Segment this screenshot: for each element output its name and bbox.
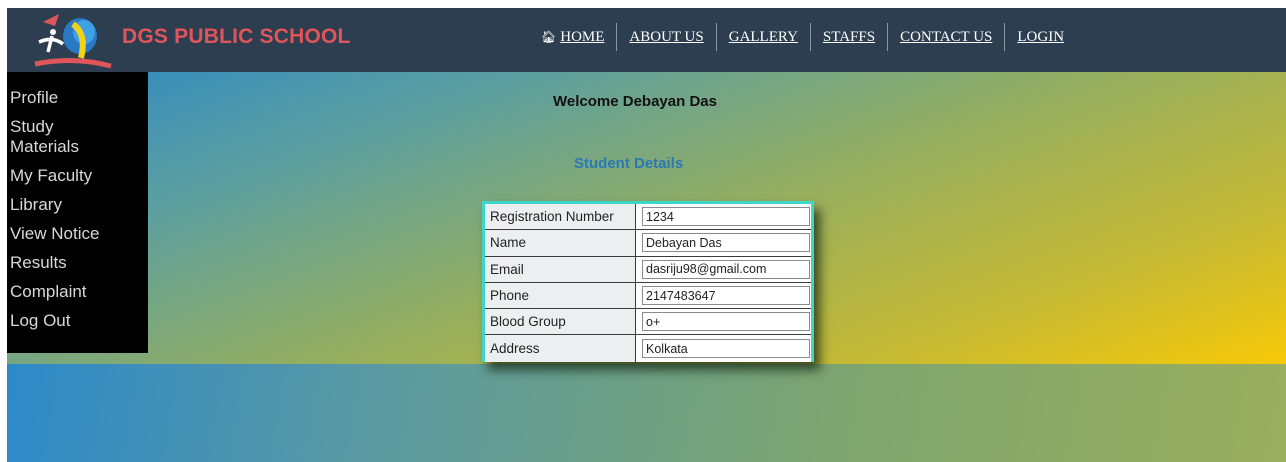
table-row: Email [485,256,811,283]
nav-contact-us[interactable]: CONTACT US [887,23,1004,51]
site-header: DGS PUBLIC SCHOOL 🏠︎ HOME ABOUT US GALLER… [7,8,1286,72]
nav-gallery[interactable]: GALLERY [715,23,810,51]
sidebar-item-my-faculty[interactable]: My Faculty [7,166,148,186]
registration-number-label: Registration Number [485,204,636,230]
nav-staffs[interactable]: STAFFS [809,23,887,51]
sidebar-item-library[interactable]: Library [7,195,148,215]
sidebar-item-complaint[interactable]: Complaint [7,282,148,302]
footer-background [7,364,1286,462]
table-row: Phone [485,282,811,310]
school-logo-icon[interactable] [33,14,113,70]
nav-home-label: HOME [560,29,605,45]
sidebar-item-study-materials[interactable]: Study Materials [7,117,117,157]
table-row: Name [485,230,811,257]
phone-label: Phone [485,282,636,309]
welcome-message: Welcome Debayan Das [553,93,717,110]
section-title: Student Details [574,155,684,172]
table-row: Address [485,335,811,362]
table-row: Blood Group [485,309,811,336]
main-nav: 🏠︎ HOME ABOUT US GALLERY STAFFS CONTACT U… [529,22,1076,52]
email-field[interactable] [642,259,810,279]
name-label: Name [485,230,636,256]
table-row: Registration Number [485,204,811,231]
nav-login[interactable]: LOGIN [1004,23,1076,51]
student-details-table: Registration Number Name Email Phone Blo… [482,201,814,362]
address-field[interactable] [642,339,810,359]
nav-about-us[interactable]: ABOUT US [616,23,715,51]
phone-field[interactable] [642,286,810,306]
name-field[interactable] [642,233,810,253]
blood-group-label: Blood Group [485,309,636,335]
blood-group-field[interactable] [642,312,810,332]
sidebar-item-profile[interactable]: Profile [7,88,148,108]
sidebar-item-log-out[interactable]: Log Out [7,311,148,331]
address-label: Address [485,335,636,362]
brand-title[interactable]: DGS PUBLIC SCHOOL [122,25,351,49]
home-icon: 🏠︎ [541,30,557,44]
nav-home[interactable]: 🏠︎ HOME [529,23,616,51]
sidebar-item-results[interactable]: Results [7,253,148,273]
sidebar: Profile Study Materials My Faculty Libra… [7,72,148,353]
sidebar-item-view-notice[interactable]: View Notice [7,224,148,244]
registration-number-field[interactable] [642,207,810,227]
email-label: Email [485,256,636,282]
